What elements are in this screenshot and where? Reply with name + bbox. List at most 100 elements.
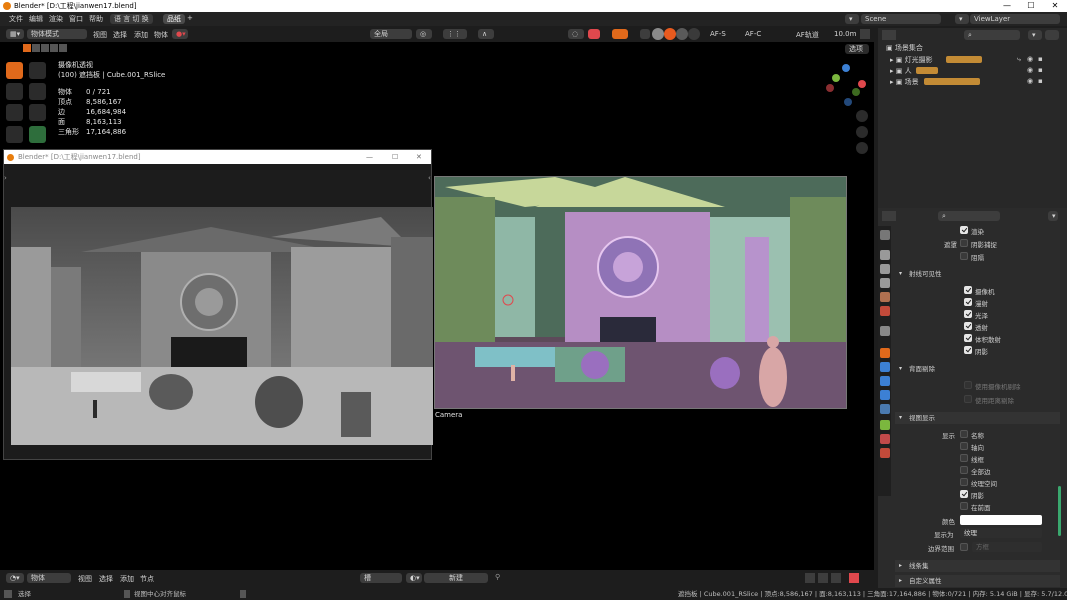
viewport-display-section[interactable]: 视图显示 (895, 412, 1060, 424)
object-tab-icon[interactable] (880, 348, 890, 358)
ray-visibility-section[interactable]: 射线可见性 (895, 268, 1060, 280)
shading-rendered-icon[interactable] (676, 28, 688, 40)
ray-volume-checkbox[interactable] (964, 334, 972, 342)
slot-selector[interactable]: 槽 (360, 573, 402, 583)
output-tab-icon[interactable] (880, 264, 890, 274)
scene-tab-icon[interactable] (880, 292, 890, 302)
af-track-toggle[interactable]: AF轨道 (796, 30, 819, 40)
show-wire-checkbox[interactable] (960, 454, 968, 462)
collapse-right-icon[interactable]: ‹ (428, 174, 431, 182)
visibility-icon[interactable]: ◌ (568, 29, 584, 39)
language-switch-button[interactable]: 语 言 切 换 (110, 14, 153, 24)
color-swatch[interactable] (960, 515, 1042, 525)
select-box-icon[interactable] (23, 44, 31, 52)
view-layer-tab-icon[interactable] (880, 278, 890, 288)
select-extend-icon[interactable] (32, 44, 40, 52)
overlay-icon[interactable] (831, 573, 841, 583)
af-c-toggle[interactable]: AF-C (745, 30, 761, 38)
editor-type-icon[interactable]: ▦▾ (6, 29, 24, 39)
ray-glossy-checkbox[interactable] (964, 310, 972, 318)
camera-render-icon[interactable]: ▪ (1038, 55, 1043, 63)
ray-shadow-checkbox[interactable] (964, 346, 972, 354)
eye-icon[interactable]: ◉ (1027, 66, 1033, 74)
minimize-icon[interactable]: — (366, 150, 373, 164)
node-overlay-icon[interactable] (849, 573, 859, 583)
editor-type-icon[interactable] (882, 211, 896, 221)
distance-cull-checkbox[interactable] (964, 395, 972, 403)
pan-hand-icon[interactable] (856, 126, 868, 138)
particles-tab-icon[interactable] (880, 376, 890, 386)
menu-node[interactable]: 节点 (140, 574, 154, 584)
overlay-icon[interactable] (612, 29, 628, 39)
render-checkbox[interactable] (960, 226, 968, 234)
render-tab-icon[interactable] (880, 250, 890, 260)
material-browse-icon[interactable]: ◐▾ (406, 573, 422, 583)
tool-tab-icon[interactable] (880, 230, 890, 240)
bounds-checkbox[interactable] (960, 543, 968, 551)
shading-solid-icon[interactable] (652, 28, 664, 40)
menu-render[interactable]: 渲染 (49, 14, 63, 24)
shading-wire-icon[interactable] (688, 28, 700, 40)
world-tab-icon[interactable] (880, 306, 890, 316)
collection-tab-icon[interactable] (880, 326, 890, 336)
new-material-button[interactable]: 新建 (424, 573, 488, 583)
navigation-gizmo[interactable] (824, 64, 868, 108)
axis-neg-x-icon[interactable] (826, 84, 834, 92)
physics-tab-icon[interactable] (880, 390, 890, 400)
axis-x-icon[interactable] (858, 80, 866, 88)
display-as-select[interactable]: 纹理 (960, 528, 1042, 538)
menu-object[interactable]: 物体 (154, 30, 168, 40)
options-button[interactable]: 选项 (845, 44, 869, 54)
select-invert-icon[interactable] (50, 44, 58, 52)
xray-icon[interactable] (640, 29, 650, 39)
holdout-checkbox[interactable] (960, 252, 968, 260)
tool-scale[interactable] (6, 104, 23, 121)
ray-camera-checkbox[interactable] (964, 286, 972, 294)
bounds-type-select[interactable]: 方框 (972, 542, 1042, 552)
mode-selector[interactable]: 物体模式 (27, 29, 87, 39)
texture-space-checkbox[interactable] (960, 478, 968, 486)
close-icon[interactable]: ✕ (416, 150, 422, 164)
eye-icon[interactable]: ◉ (1027, 55, 1033, 63)
axis-neg-y-icon[interactable] (852, 88, 860, 96)
menu-add[interactable]: 添加 (134, 30, 148, 40)
ray-transmission-checkbox[interactable] (964, 322, 972, 330)
show-name-checkbox[interactable] (960, 430, 968, 438)
camera-toggle-icon[interactable] (856, 142, 868, 154)
culling-section[interactable]: 背面剔除 (895, 363, 1060, 375)
menu-select[interactable]: 选择 (99, 574, 113, 584)
pivot-icon[interactable]: ◎ (416, 29, 432, 39)
focal-length-value[interactable]: 10.0m (834, 30, 856, 38)
axis-neg-z-icon[interactable] (844, 98, 852, 106)
tab-workspace[interactable]: 品纸 (163, 14, 185, 24)
select-intersect-icon[interactable] (59, 44, 67, 52)
tool-measure[interactable] (29, 126, 46, 143)
custom-properties-section[interactable]: 自定义属性 (895, 575, 1060, 587)
close-icon[interactable]: ✕ (1043, 0, 1067, 12)
editor-type-icon[interactable] (882, 30, 896, 40)
scrollbar[interactable] (1058, 486, 1061, 536)
outliner-item-lights-camera[interactable]: ▸ ▣ 灯光摄影 ⤷ ◉ ▪ (890, 55, 1060, 65)
minimize-icon[interactable]: — (995, 0, 1019, 12)
shadow-catcher-checkbox[interactable] (960, 239, 968, 247)
menu-add[interactable]: 添加 (120, 574, 134, 584)
camera-cull-checkbox[interactable] (964, 381, 972, 389)
tool-transform[interactable] (29, 104, 46, 121)
maximize-icon[interactable]: ☐ (392, 150, 398, 164)
constraints-tab-icon[interactable] (880, 404, 890, 414)
editor-type-icon[interactable]: ◔▾ (6, 573, 24, 583)
menu-file[interactable]: 文件 (9, 14, 23, 24)
view-layer-selector[interactable]: ViewLayer (970, 14, 1060, 24)
scene-selector[interactable]: Scene (861, 14, 941, 24)
view-layer-icon[interactable]: ▾ (955, 14, 969, 24)
tool-select-box[interactable] (6, 62, 23, 79)
menu-view[interactable]: 视图 (78, 574, 92, 584)
tool-annotate[interactable] (6, 126, 23, 143)
camera-render-icon[interactable]: ▪ (1038, 66, 1043, 74)
proportional-edit-icon[interactable]: ∧ (478, 29, 494, 39)
camera-render-icon[interactable]: ▪ (1038, 77, 1043, 85)
eye-icon[interactable]: ◉ (1027, 77, 1033, 85)
maximize-icon[interactable]: ☐ (1019, 0, 1043, 12)
tool-rotate[interactable] (29, 83, 46, 100)
pin-icon[interactable]: ⚲ (495, 573, 500, 581)
